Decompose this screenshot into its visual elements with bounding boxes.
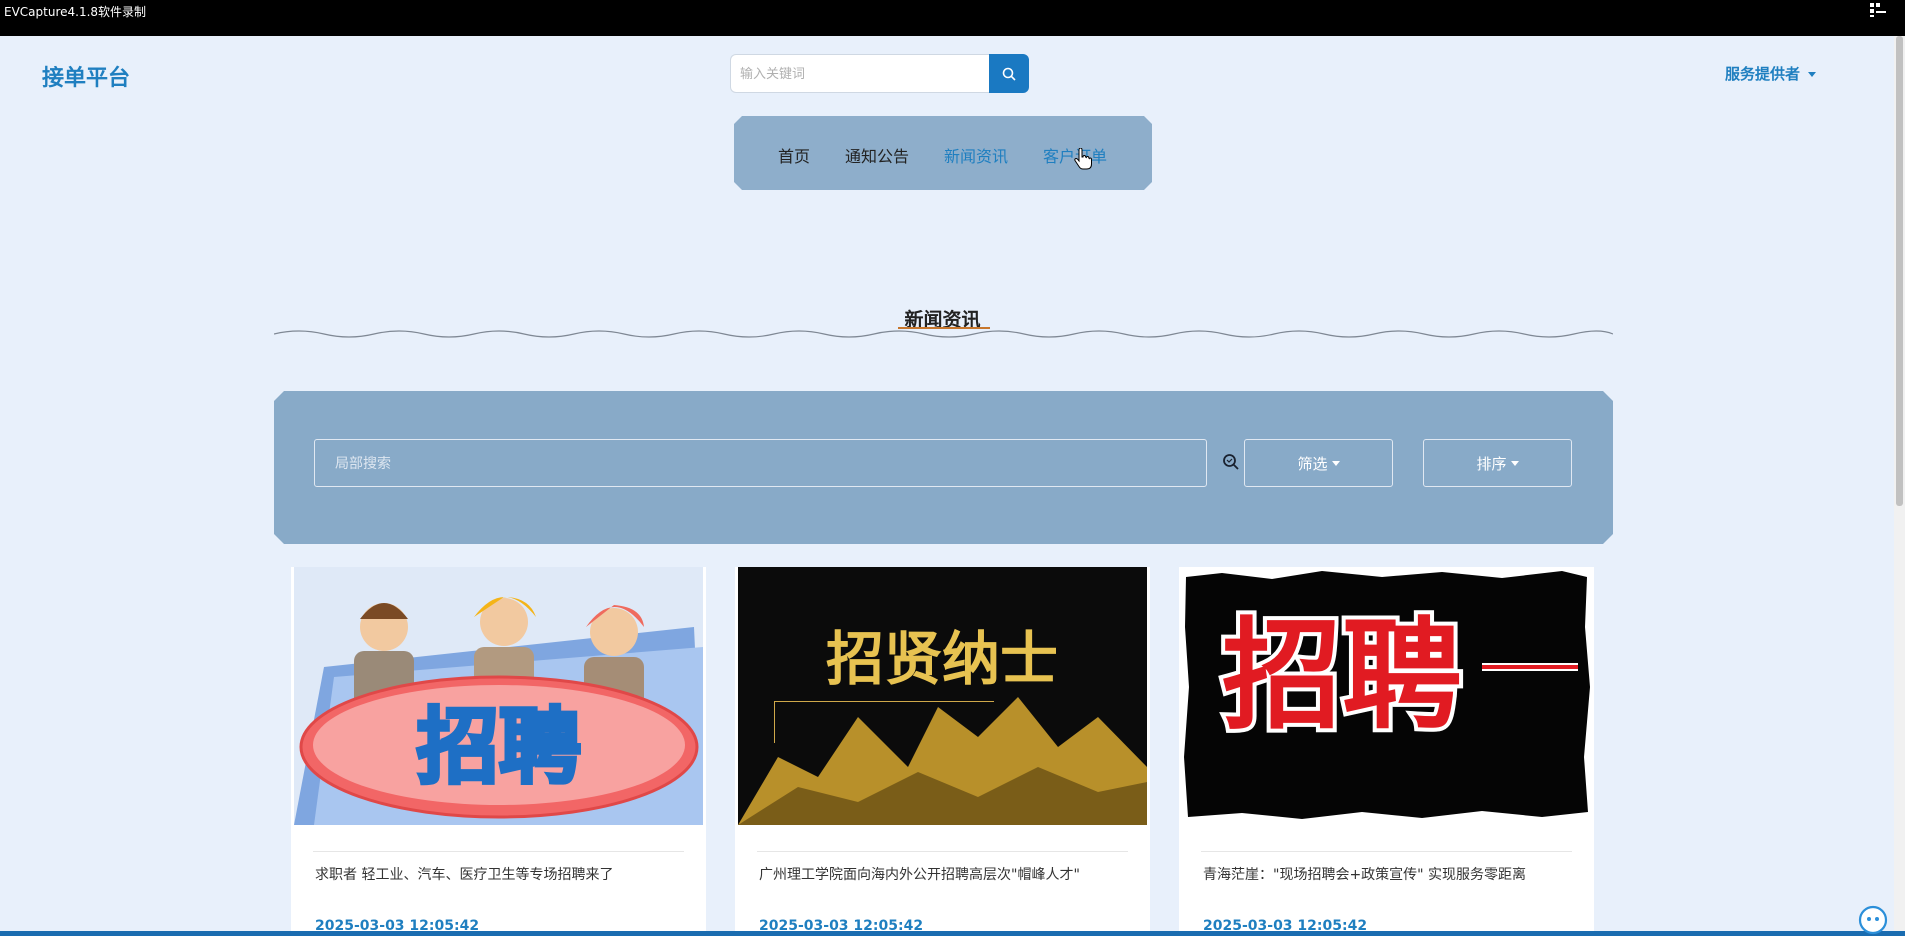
filter-button[interactable]: 筛选 [1244, 439, 1393, 487]
nav-item-home[interactable]: 首页 [778, 143, 810, 167]
scrollbar-thumb[interactable] [1896, 36, 1903, 506]
card-image-text: 招聘 [417, 700, 581, 795]
wave-divider [274, 330, 1613, 338]
caret-down-icon [1511, 461, 1519, 466]
card-divider [757, 851, 1128, 852]
chat-bot-icon[interactable] [1858, 905, 1888, 935]
header-search [730, 54, 1029, 93]
news-card[interactable]: 招聘 招聘 青海茫崖："现场招聘会+政策宣传" 实现服务零距离 2025-03-… [1179, 567, 1594, 936]
search-button[interactable] [989, 54, 1029, 93]
search-input[interactable] [730, 54, 990, 93]
nav-item-notices[interactable]: 通知公告 [845, 143, 909, 167]
news-card-title[interactable]: 青海茫崖："现场招聘会+政策宣传" 实现服务零距离 [1203, 864, 1526, 884]
page-scrollbar[interactable] [1894, 36, 1905, 936]
card-image-text-fill: 招聘 [1222, 607, 1462, 746]
nav-item-news[interactable]: 新闻资讯 [944, 143, 1008, 167]
news-card-title[interactable]: 求职者 轻工业、汽车、医疗卫生等专场招聘来了 [315, 864, 613, 884]
search-icon [1002, 67, 1016, 81]
provider-dropdown[interactable]: 服务提供者 [1725, 63, 1817, 84]
site-logo[interactable]: 接单平台 [42, 60, 130, 92]
local-search-input[interactable] [314, 439, 1207, 487]
search-icon[interactable] [1222, 453, 1240, 471]
bottom-border [0, 931, 1905, 936]
recorder-title: EVCapture4.1.8软件录制 [4, 5, 147, 19]
sort-button[interactable]: 排序 [1423, 439, 1572, 487]
recorder-bar: EVCapture4.1.8软件录制 [0, 0, 1905, 36]
card-image-text: 招贤纳士 [826, 625, 1058, 693]
news-card-image[interactable]: 招聘 招聘 [1182, 567, 1591, 825]
provider-label: 服务提供者 [1725, 65, 1801, 83]
filter-label: 筛选 [1297, 454, 1328, 473]
recorder-menu-icon[interactable] [1869, 2, 1887, 22]
filter-panel: 筛选 排序 [274, 391, 1613, 544]
news-card-image[interactable]: 招贤纳士 [738, 567, 1147, 825]
caret-down-icon [1808, 72, 1817, 77]
news-card[interactable]: 招聘 求职者 轻工业、汽车、医疗卫生等专场招聘来了 2025-03-03 12:… [291, 567, 706, 936]
news-card[interactable]: 招贤纳士 广州理工学院面向海内外公开招聘高层次"帽峰人才" 2025-03-03… [735, 567, 1150, 936]
caret-down-icon [1332, 461, 1340, 466]
news-card-title[interactable]: 广州理工学院面向海内外公开招聘高层次"帽峰人才" [759, 864, 1080, 884]
card-divider [1201, 851, 1572, 852]
hand-cursor-icon [1074, 148, 1092, 170]
card-divider [313, 851, 684, 852]
sort-label: 排序 [1476, 454, 1507, 473]
news-card-image[interactable]: 招聘 [294, 567, 703, 825]
